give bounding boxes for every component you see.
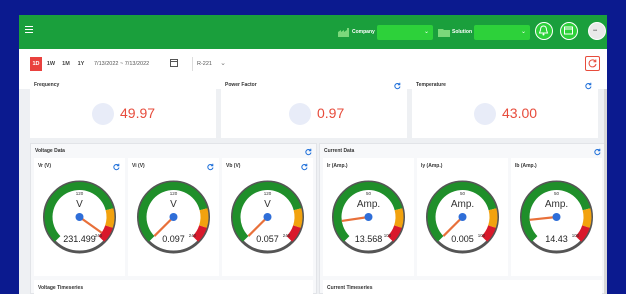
refresh-icon[interactable]	[584, 82, 592, 90]
gauge-card: Iy (Amp.) 50 100 Amp. 0.005	[417, 158, 508, 276]
chevron-down-icon: ⌄	[220, 60, 226, 67]
gauge-unit: Amp.	[450, 199, 475, 210]
current-section-title: Current Data	[324, 148, 355, 154]
gauge-amber-band	[488, 208, 498, 228]
power-factor-value: 0.97	[317, 105, 345, 121]
range-1w-button[interactable]: 1W	[45, 57, 57, 71]
current-data-section: Current Data Ir (Amp.) 50 100 Amp. 13.568 Iy …	[319, 143, 606, 294]
temperature-indicator	[474, 103, 496, 125]
gauge-unit: Amp.	[356, 199, 381, 210]
gauge-card: Vb (V) 120 240 V 0.057	[222, 158, 313, 276]
date-range-input[interactable]: 7/13/2022 ~ 7/13/2022	[94, 57, 149, 71]
gauge-card: Ir (Amp.) 50 100 Amp. 13.568	[323, 158, 414, 276]
gauge-unit: V	[264, 199, 271, 210]
chevron-down-icon: ⌄	[423, 29, 429, 35]
notifications-button[interactable]	[535, 22, 553, 40]
current-timeseries-title: Current Timeseries	[327, 285, 373, 291]
voltage-section-title: Voltage Data	[35, 148, 65, 154]
range-1m-button[interactable]: 1M	[60, 57, 72, 71]
gauge-amber-band	[582, 208, 592, 228]
gauge-value: 0.057	[256, 234, 279, 244]
gauge-dial: 50100	[520, 180, 593, 254]
gauge-hub	[75, 213, 84, 221]
gauge-value: 0.097	[162, 234, 185, 244]
refresh-icon[interactable]	[304, 148, 312, 156]
gauge-value: 13.568	[354, 234, 383, 244]
frequency-value: 49.97	[120, 105, 156, 121]
gauge-unit: V	[76, 199, 83, 210]
gauge-unit: Amp.	[544, 199, 569, 210]
avatar-icon: •••	[593, 28, 597, 34]
chevron-down-icon: ⌄	[520, 29, 526, 35]
gauge-mid-tick-label: 50	[554, 191, 560, 196]
gauge-hub	[263, 213, 272, 221]
voltage-timeseries-title: Voltage Timeseries	[38, 285, 84, 291]
power-factor-card: Power Factor 0.97	[221, 78, 407, 138]
company-select[interactable]: ⌄	[377, 25, 433, 40]
gauge-mid-tick-label: 50	[366, 191, 372, 196]
frequency-indicator	[92, 103, 114, 125]
gauge-dial: 50100	[426, 180, 499, 254]
gauge-mid-tick-label: 120	[264, 191, 272, 196]
gauge-card: Ib (Amp.) 50 100 Amp. 14.43	[511, 158, 602, 276]
company-label: Company	[352, 29, 375, 35]
app-window: Company ⌄ Solution ⌄ ••• 1D 1W 1M 1Y 7/1…	[19, 15, 607, 294]
user-avatar[interactable]: •••	[588, 22, 606, 40]
calendar-icon[interactable]	[170, 59, 178, 67]
page-scrollbar[interactable]	[604, 89, 607, 294]
solution-label: Solution	[452, 29, 472, 35]
gauge-card: Vr (V) 120 240 V 231.499	[34, 158, 125, 276]
gauge-amber-band	[105, 208, 115, 228]
refresh-icon[interactable]	[593, 148, 601, 156]
temperature-card: Temperature 43.00	[412, 78, 598, 138]
gauge-value: 231.499	[63, 234, 96, 244]
temperature-value: 43.00	[502, 105, 538, 121]
gauge-amber-band	[293, 208, 303, 228]
device-select-value: R-221	[197, 61, 212, 67]
frequency-card: Frequency 49.97	[30, 78, 216, 138]
voltage-data-section: Voltage Data Vr (V) 120 240 V 231.499 Vi (V) 1…	[30, 143, 317, 294]
factory-icon	[338, 28, 349, 37]
current-timeseries-panel: Current Timeseries	[323, 280, 602, 294]
solution-select[interactable]: ⌄	[474, 25, 530, 40]
power-factor-title: Power Factor	[225, 82, 257, 88]
temperature-title: Temperature	[416, 82, 446, 88]
gauge-amber-band	[394, 208, 404, 228]
bell-icon	[538, 25, 549, 36]
gauge-dial: 120240	[231, 180, 304, 254]
calendar-icon	[564, 26, 573, 35]
calendar-button[interactable]	[560, 22, 578, 40]
gauge-mid-tick-label: 120	[170, 191, 178, 196]
gauge-value: 0.005	[451, 234, 474, 244]
folder-icon	[438, 29, 450, 37]
gauge-unit: V	[170, 199, 177, 210]
frequency-title: Frequency	[34, 82, 60, 88]
gauge-dial: 50100	[332, 180, 405, 254]
gauge-mid-tick-label: 50	[460, 191, 466, 196]
gauge-value: 14.43	[545, 234, 568, 244]
gauge-amber-band	[199, 208, 209, 228]
gauge-mid-tick-label: 120	[76, 191, 84, 196]
range-1d-button[interactable]: 1D	[30, 57, 42, 71]
gauge-dial: 120240	[43, 180, 116, 254]
gauge-dial: 120240	[137, 180, 210, 254]
gauge-hub	[552, 213, 561, 221]
range-1y-button[interactable]: 1Y	[75, 57, 87, 71]
device-select[interactable]: R-221 ⌄	[192, 57, 226, 71]
hamburger-menu-icon[interactable]	[25, 26, 33, 34]
refresh-button[interactable]	[585, 56, 600, 71]
power-factor-indicator	[289, 103, 311, 125]
gauge-hub	[364, 213, 373, 221]
gauge-card: Vi (V) 120 240 V 0.097	[128, 158, 219, 276]
voltage-timeseries-panel: Voltage Timeseries	[34, 280, 313, 294]
refresh-icon	[588, 59, 597, 68]
refresh-icon[interactable]	[393, 82, 401, 90]
gauge-hub	[169, 213, 178, 221]
gauge-hub	[458, 213, 467, 221]
top-header-bar: Company ⌄ Solution ⌄ •••	[19, 15, 607, 49]
